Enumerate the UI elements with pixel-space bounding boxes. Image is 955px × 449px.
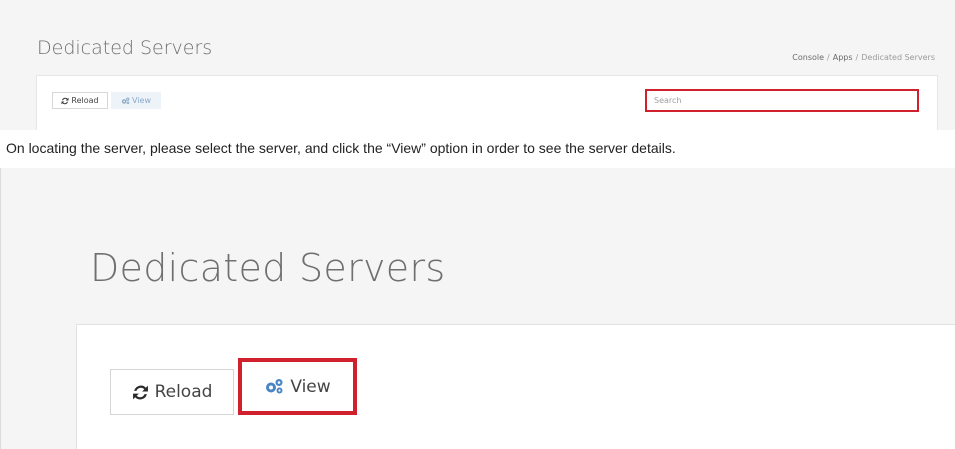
screenshot-zoomed: Dedicated Servers Reload View xyxy=(0,168,955,449)
search-input[interactable] xyxy=(645,89,919,112)
view-button[interactable]: View xyxy=(111,92,161,109)
cogs-icon xyxy=(264,378,284,395)
breadcrumb-separator: / xyxy=(855,53,859,62)
reload-label: Reload xyxy=(71,96,99,105)
view-label: View xyxy=(290,376,331,397)
view-label: View xyxy=(132,96,151,105)
reload-label: Reload xyxy=(154,382,213,402)
view-button[interactable]: View xyxy=(238,358,357,415)
breadcrumb: Console / Apps / Dedicated Servers xyxy=(792,53,935,62)
breadcrumb-separator: / xyxy=(827,53,830,62)
breadcrumb-console[interactable]: Console xyxy=(792,53,824,62)
reload-button[interactable]: Reload xyxy=(52,92,108,109)
page-title: Dedicated Servers xyxy=(90,246,446,290)
reload-button[interactable]: Reload xyxy=(110,369,234,415)
screenshot-overview: Dedicated Servers Console / Apps / Dedicated… xyxy=(0,0,955,130)
breadcrumb-current: Dedicated Servers xyxy=(861,53,935,62)
reload-icon xyxy=(132,384,149,401)
breadcrumb-apps[interactable]: Apps xyxy=(833,53,853,62)
instruction-caption: On locating the server, please select th… xyxy=(6,140,676,156)
cogs-icon xyxy=(121,97,130,105)
reload-icon xyxy=(61,97,69,105)
page-title: Dedicated Servers xyxy=(37,37,213,59)
